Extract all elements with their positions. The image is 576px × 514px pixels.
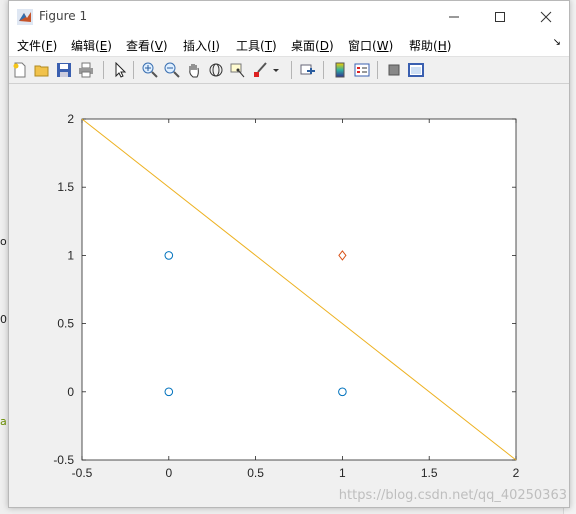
x-tick-label: 1 [339,466,346,480]
menu-insert[interactable]: 插入(I) [183,37,220,54]
zoom-in-icon [142,62,158,78]
hide-tools-icon [388,64,400,76]
menu-file[interactable]: 文件(F) [17,37,57,54]
toolbar-separator [377,61,378,79]
data-cursor-icon [230,63,245,78]
rotate-3d-icon [209,63,223,77]
dock-icon [408,63,424,77]
menu-help[interactable]: 帮助(H) [409,37,451,54]
close-icon [540,11,552,22]
print-icon [79,62,93,78]
y-tick-label: 1.5 [57,180,74,194]
link-plot-icon [300,64,315,75]
legend-icon [354,63,370,77]
figure-canvas[interactable]: -0.5 0 0.5 1 1.5 2 -0.5 0 0.5 1 1.5 2 https://blog.… [9,84,569,507]
maximize-icon [495,11,505,22]
menu-bar: 文件(F) 编辑(E) 查看(V) 插入(I) 工具(T) 桌面(D) 窗口(W… [9,32,569,57]
y-tick-label: 2 [67,112,74,126]
zoom-out-button[interactable] [163,61,181,79]
new-figure-button[interactable] [11,61,29,79]
zoom-out-icon [164,62,180,78]
chevron-icon[interactable]: ↘ [553,37,561,48]
print-button[interactable] [77,61,95,79]
colorbar-icon [335,62,345,78]
toolbar-separator [323,61,324,79]
pan-hand-icon [189,64,199,78]
new-figure-icon [13,62,26,78]
pan-button[interactable] [185,61,203,79]
x-tick-label: -0.5 [72,466,93,480]
menu-view[interactable]: 查看(V) [126,37,168,54]
toolbar-separator [133,61,134,79]
dropdown-arrow-icon [273,69,279,72]
title-bar[interactable]: Figure 1 [9,1,569,32]
watermark: https://blog.csdn.net/qq_40250363 [338,488,567,503]
close-button[interactable] [523,1,569,32]
menu-window[interactable]: 窗口(W) [348,37,393,54]
matlab-logo-icon [17,9,33,25]
menu-edit[interactable]: 编辑(E) [71,37,112,54]
background-fragment: o [0,235,7,248]
save-button[interactable] [55,61,73,79]
open-file-icon [34,65,49,77]
rotate-button[interactable] [207,61,225,79]
plot-axes[interactable]: -0.5 0 0.5 1 1.5 2 -0.5 0 0.5 1 1.5 2 [9,84,569,507]
data-cursor-button[interactable] [229,61,247,79]
toolbar [9,57,569,84]
x-tick-label: 1.5 [421,466,438,480]
y-tick-label: 1 [67,248,74,262]
brush-button[interactable] [251,61,269,79]
toolbar-separator [291,61,292,79]
minimize-button[interactable] [431,1,477,32]
y-tick-label: 0 [67,385,74,399]
link-plot-button[interactable] [299,61,317,79]
zoom-in-button[interactable] [141,61,159,79]
legend-button[interactable] [353,61,371,79]
menu-tools[interactable]: 工具(T) [236,37,277,54]
hide-tools-button[interactable] [385,61,403,79]
toolbar-separator [103,61,104,79]
maximize-button[interactable] [477,1,523,32]
figure-window: Figure 1 文件(F) 编辑(E) 查看(V) 插入(I) 工具(T) 桌… [8,0,570,508]
x-tick-label: 0 [165,466,172,480]
minimize-icon [449,16,459,17]
x-tick-label: 2 [513,466,520,480]
dock-button[interactable] [407,61,425,79]
brush-icon [254,62,267,77]
pointer-icon [115,62,127,78]
menu-desktop[interactable]: 桌面(D) [291,37,334,54]
open-file-button[interactable] [33,61,51,79]
window-title: Figure 1 [39,9,88,23]
y-tick-label: -0.5 [53,453,74,467]
background-fragment: a [0,415,7,428]
y-tick-label: 0.5 [57,317,74,331]
colorbar-button[interactable] [331,61,349,79]
brush-dropdown[interactable] [271,61,281,79]
select-button[interactable] [111,61,129,79]
x-tick-label: 0.5 [247,466,264,480]
save-icon [57,63,71,77]
